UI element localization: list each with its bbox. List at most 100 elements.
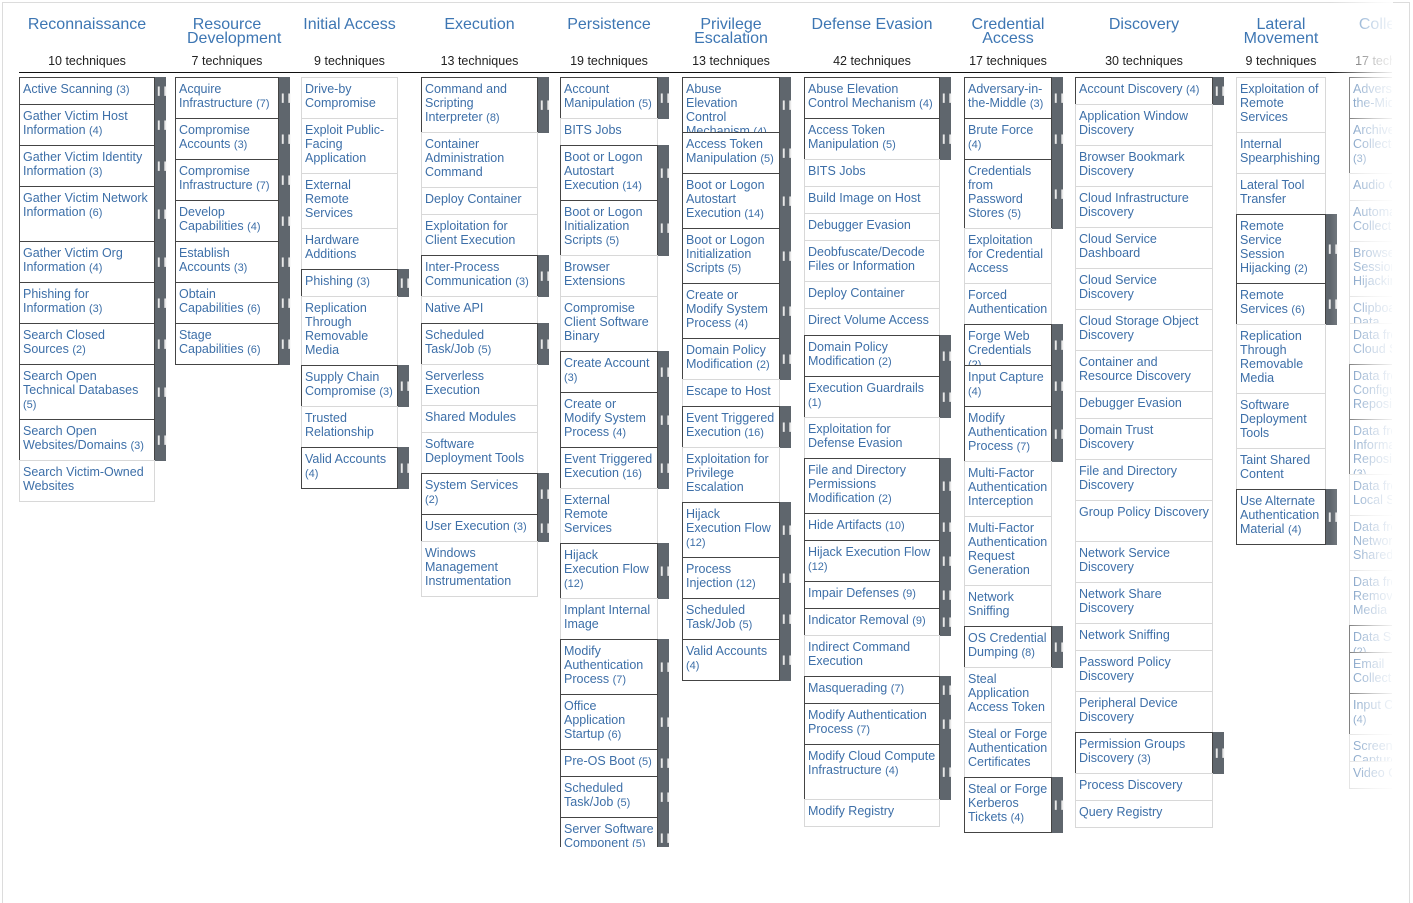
technique-link[interactable]: Event Triggered Execution (16) [561,448,657,484]
technique-cell[interactable]: Taint Shared Content [1236,448,1326,490]
technique-link[interactable]: Steal or Forge Kerberos Tickets (4) [965,778,1051,828]
technique-link[interactable]: Deploy Container [422,188,537,209]
technique-link[interactable]: Abuse Elevation Control Mechanism (4) [805,78,939,114]
technique-cell[interactable]: Query Registry [1075,800,1213,828]
technique-cell[interactable]: Abuse Elevation Control Mechanism (4)❙❙ [682,77,794,138]
technique-cell[interactable]: Browser Session Hijacking [1349,241,1392,297]
technique-link[interactable]: Cloud Storage Object Discovery [1076,310,1212,345]
technique-link[interactable]: Data from Network Shared Drive [1350,516,1392,565]
technique-cell[interactable]: Application Window Discovery [1075,104,1213,146]
technique-link[interactable]: Build Image on Host [805,187,939,208]
expand-subtechniques-handle[interactable]: ❙❙ [658,639,672,695]
technique-cell[interactable]: Scheduled Task/Job (5) ❙❙ [421,323,552,365]
expand-subtechniques-handle[interactable]: ❙❙ [1052,77,1066,119]
technique-link[interactable]: Access Token Manipulation (5) [805,119,939,155]
technique-cell[interactable]: OS Credential Dumping (8) ❙❙ [964,626,1066,668]
technique-link[interactable]: Input Capture (4) [1350,694,1392,730]
technique-cell[interactable]: External Remote Services [301,173,398,229]
technique-link[interactable]: Command and Scripting Interpreter (8) [422,78,537,128]
technique-cell[interactable]: Build Image on Host [804,186,940,214]
technique-link[interactable]: Access Token Manipulation (5) [683,133,779,169]
expand-subtechniques-handle[interactable]: ❙❙ [538,323,552,365]
technique-cell[interactable]: Credentials from Password Stores (5) ❙❙ [964,159,1066,229]
technique-cell[interactable]: Data Staged (2)❙❙ [1349,625,1392,658]
expand-subtechniques-handle[interactable]: ❙❙ [658,77,672,119]
technique-cell[interactable]: Automated Collection [1349,200,1392,242]
technique-cell[interactable]: Replication Through Removable Media [1236,324,1326,394]
technique-link[interactable]: Execution Guardrails (1) [805,377,939,413]
expand-subtechniques-handle[interactable]: ❙❙ [658,776,672,818]
technique-cell[interactable]: Hijack Execution Flow (12) ❙❙ [682,502,794,558]
technique-link[interactable]: Forced Authentication [965,284,1051,319]
technique-cell[interactable]: Trusted Relationship [301,406,398,448]
technique-link[interactable]: Account Discovery (4) [1076,78,1212,100]
expand-subtechniques-handle[interactable]: ❙❙ [279,77,293,119]
technique-cell[interactable]: Domain Policy Modification (2) ❙❙ [804,335,954,377]
technique-cell[interactable]: Boot or Logon Autostart Execution (14) ❙❙ [560,145,672,201]
technique-link[interactable]: Network Sniffing [1076,624,1212,645]
expand-subtechniques-handle[interactable]: ❙❙ [780,77,794,133]
expand-subtechniques-handle[interactable]: ❙❙ [155,364,169,420]
technique-cell[interactable]: Domain Policy Modification (2) ❙❙ [682,338,794,380]
expand-subtechniques-handle[interactable]: ❙❙ [940,376,954,418]
technique-cell[interactable]: Exploitation for Credential Access [964,228,1052,284]
technique-link[interactable]: Hide Artifacts (10) [805,514,939,536]
technique-cell[interactable]: Remote Service Session Hijacking (2) ❙❙ [1236,214,1340,284]
expand-subtechniques-handle[interactable]: ❙❙ [780,338,794,380]
technique-cell[interactable]: Data from Local System [1349,474,1392,516]
expand-subtechniques-handle[interactable]: ❙❙ [780,639,794,681]
technique-cell[interactable]: Email Collection (3)❙❙ [1349,652,1392,694]
technique-link[interactable]: Input Capture (4) [965,366,1051,402]
technique-link[interactable]: Remote Service Session Hijacking (2) [1237,215,1325,279]
tactic-name-link[interactable]: Privilege Escalation [691,17,771,47]
technique-cell[interactable]: Abuse Elevation Control Mechanism (4)❙❙ [804,77,954,119]
technique-link[interactable]: Browser Session Hijacking [1350,242,1392,291]
technique-link[interactable]: Compromise Client Software Binary [561,297,657,346]
technique-cell[interactable]: Boot or Logon Initialization Scripts (5)… [682,228,794,284]
technique-link[interactable]: Modify Registry [805,800,939,821]
technique-link[interactable]: Boot or Logon Initialization Scripts (5) [683,229,779,279]
technique-link[interactable]: Modify Authentication Process (7) [965,407,1051,457]
expand-subtechniques-handle[interactable]: ❙❙ [155,104,169,146]
technique-cell[interactable]: Debugger Evasion [804,213,940,241]
tactic-name-link[interactable]: Reconnaissance [19,17,155,33]
technique-link[interactable]: Phishing (3) [302,270,397,292]
technique-link[interactable]: Search Victim-Owned Websites [20,461,154,496]
technique-link[interactable]: Search Closed Sources (2) [20,324,154,360]
technique-cell[interactable]: Password Policy Discovery [1075,650,1213,692]
technique-link[interactable]: Deploy Container [805,282,939,303]
technique-cell[interactable]: Steal or Forge Kerberos Tickets (4) ❙❙ [964,777,1066,833]
technique-cell[interactable]: Inter-Process Communication (3) ❙❙ [421,255,552,297]
expand-subtechniques-handle[interactable]: ❙❙ [658,543,672,599]
technique-link[interactable]: Scheduled Task/Job (5) [561,777,657,813]
expand-subtechniques-handle[interactable]: ❙❙ [1052,777,1066,833]
technique-link[interactable]: Group Policy Discovery [1076,501,1212,522]
technique-link[interactable]: Windows Management Instrumentation [422,542,537,591]
technique-cell[interactable]: Container and Resource Discovery [1075,350,1213,392]
technique-link[interactable]: File and Directory Discovery [1076,460,1212,495]
tactic-name-link[interactable]: Initial Access [301,17,398,33]
technique-link[interactable]: Exploitation for Privilege Escalation [683,448,779,497]
technique-link[interactable]: Create or Modify System Process (4) [561,393,657,443]
technique-link[interactable]: Modify Cloud Compute Infrastructure (4) [805,745,939,781]
technique-cell[interactable]: Deploy Container [804,281,940,309]
technique-link[interactable]: System Services (2) [422,474,537,510]
technique-cell[interactable]: Gather Victim Host Information (4) ❙❙ [19,104,169,146]
technique-link[interactable]: Search Open Websites/Domains (3) [20,420,154,456]
technique-cell[interactable]: Data from Cloud Storage [1349,323,1392,365]
technique-cell[interactable]: Serverless Execution [421,364,538,406]
technique-cell[interactable]: Forge Web Credentials (2)❙❙ [964,324,1066,371]
technique-link[interactable]: External Remote Services [302,174,397,223]
technique-cell[interactable]: Browser Bookmark Discovery [1075,145,1213,187]
technique-cell[interactable]: Multi-Factor Authentication Interception [964,461,1052,517]
technique-cell[interactable]: Process Injection (12) ❙❙ [682,557,794,599]
technique-cell[interactable]: Input Capture (4)❙❙ [964,365,1066,407]
technique-link[interactable]: Cloud Infrastructure Discovery [1076,187,1212,222]
technique-link[interactable]: Boot or Logon Autostart Execution (14) [683,174,779,224]
technique-cell[interactable]: Cloud Storage Object Discovery [1075,309,1213,351]
technique-cell[interactable]: Modify Cloud Compute Infrastructure (4) ❙… [804,744,954,800]
expand-subtechniques-handle[interactable]: ❙❙ [155,186,169,242]
technique-cell[interactable]: Execution Guardrails (1) ❙❙ [804,376,954,418]
technique-link[interactable]: Hardware Additions [302,229,397,264]
technique-link[interactable]: Multi-Factor Authentication Request Gene… [965,517,1051,580]
